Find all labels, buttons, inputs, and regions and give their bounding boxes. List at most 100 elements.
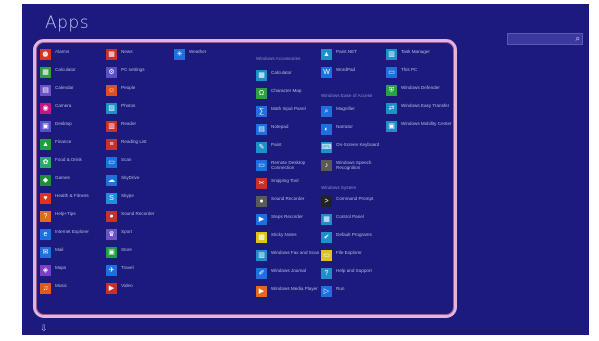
keyboard-icon: ⌨ [321,142,332,153]
app-tile[interactable]: ☁ SkyDrive [106,172,174,188]
app-tile[interactable]: ✐ Windows Journal [256,265,324,281]
app-label: Calculator [271,70,292,75]
app-tile[interactable]: e Internet Explorer [40,226,108,242]
app-tile[interactable]: ▭ File Explorer [321,247,389,263]
app-tile[interactable]: ≡ Reading List [106,136,174,152]
app-label: Health & Fitness [55,193,89,198]
app-tile[interactable]: ▶ Steps Recorder [256,211,324,227]
app-tile[interactable]: ◈ Maps [40,262,108,278]
app-tile[interactable]: ▶ Windows Media Player [256,283,324,299]
app-tile[interactable]: ▦ News [106,46,174,62]
app-tile[interactable]: Ω Character Map [256,85,324,101]
app-tile[interactable]: ♪ Windows Speech Recognition [321,157,389,173]
cloud-icon: ☁ [106,175,117,186]
magnifier-icon: ⌕ [321,106,332,117]
app-tile[interactable]: ▣ Windows Mobility Center [386,118,454,134]
app-tile[interactable]: ▷ Run [321,283,389,299]
app-tile[interactable]: ☀ Weather [174,46,242,62]
app-tile[interactable]: ▲ Finance [40,136,108,152]
app-tile[interactable]: ☺ People [106,82,174,98]
app-label: Windows Defender [401,85,440,90]
run-icon: ▷ [321,286,332,297]
desktop-icon: ▣ [40,121,51,132]
apps-grid: Windows Accessories Windows Ease of Acce… [40,46,452,316]
app-label: Video [121,283,133,288]
app-tile[interactable]: ✿ Food & Drink [40,154,108,170]
app-tile[interactable]: ▦ Calculator [256,67,324,83]
app-tile[interactable]: ⌕ Magnifier [321,103,389,119]
app-tile[interactable]: ♫ Music [40,280,108,296]
app-tile[interactable]: ✉ Mail [40,244,108,260]
app-label: Steps Recorder [271,214,303,219]
app-label: News [121,49,133,54]
app-tile[interactable]: W WordPad [321,64,389,80]
calendar-icon: ▤ [40,85,51,96]
app-tile[interactable]: ✔ Default Programs [321,229,389,245]
app-tile[interactable]: ● Sound Recorder [256,193,324,209]
mail-icon: ✉ [40,247,51,258]
app-label: Reader [121,121,137,126]
app-tile[interactable]: ∑ Math Input Panel [256,103,324,119]
alarm-icon: ⏰ [40,49,51,60]
app-tile[interactable]: ▦ Calculator [40,64,108,80]
app-tile[interactable]: ▦ Control Panel [321,211,389,227]
app-tile[interactable]: ⇄ Windows Easy Transfer [386,100,454,116]
app-tile[interactable]: > Command Prompt [321,193,389,209]
app-tile[interactable]: ♛ Sport [106,226,174,242]
app-tile[interactable]: ▥ Task Manager [386,46,454,62]
app-label: Math Input Panel [271,106,306,111]
app-tile[interactable]: ▤ Calendar [40,82,108,98]
app-tile[interactable]: ♥ Health & Fitness [40,190,108,206]
help-icon: ? [321,268,332,279]
app-tile[interactable]: ? Help+Tips [40,208,108,224]
app-label: Control Panel [336,214,364,219]
search-input[interactable]: ⌕ [507,33,583,45]
group-header: Windows Accessories [256,56,301,61]
app-tile[interactable]: ▲ Paint.NET [321,46,389,62]
app-label: Narrator [336,124,353,129]
app-label: Games [55,175,70,180]
app-tile[interactable]: ⛨ Windows Defender [386,82,454,98]
app-tile[interactable]: ✈ Travel [106,262,174,278]
app-tile[interactable]: ✂ Snipping Tool [256,175,324,191]
record-icon: ● [256,196,267,207]
app-tile[interactable]: ▩ Sticky Notes [256,229,324,245]
app-tile[interactable]: ▭ This PC [386,64,454,80]
search-icon[interactable]: ⌕ [576,34,580,44]
app-label: PC settings [121,67,145,72]
app-label: Notepad [271,124,289,129]
reader-icon: ▥ [106,121,117,132]
app-tile[interactable]: ▶ Video [106,280,174,296]
music-icon: ♫ [40,283,51,294]
video-icon: ▶ [106,283,117,294]
app-tile[interactable]: ▣ Desktop [40,118,108,134]
app-tile[interactable]: ◉ Camera [40,100,108,116]
app-tile[interactable]: ▥ Windows Fax and Scan [256,247,324,263]
app-tile[interactable]: ▤ Notepad [256,121,324,137]
app-label: Sticky Notes [271,232,297,237]
notepad-icon: ▤ [256,124,267,135]
app-tile[interactable]: ✎ Paint [256,139,324,155]
app-tile[interactable]: ⏰ Alarms [40,46,108,62]
app-tile[interactable]: ▭ Scan [106,154,174,170]
app-tile[interactable]: ? Help and Support [321,265,389,281]
record-icon: ● [106,211,117,222]
app-label: This PC [401,67,418,72]
app-tile[interactable]: ▨ Photos [106,100,174,116]
app-tile[interactable]: ▥ Reader [106,118,174,134]
app-tile[interactable]: ▭ Remote Desktop Connection [256,157,324,173]
app-tile[interactable]: ◐ Narrator [321,121,389,137]
down-arrow-icon[interactable]: ⇩ [40,323,48,334]
app-tile[interactable]: ◆ Games [40,172,108,188]
app-label: Windows Journal [271,268,306,273]
app-tile[interactable]: ⚙ PC settings [106,64,174,80]
app-tile[interactable]: ▣ Store [106,244,174,260]
fax-scan-icon: ▥ [256,250,267,261]
app-label: Travel [121,265,134,270]
app-tile[interactable]: ⌨ On-Screen Keyboard [321,139,389,155]
app-tile[interactable]: S Skype [106,190,174,206]
app-label: Windows Speech Recognition [336,160,372,171]
app-tile[interactable]: ● Sound Recorder [106,208,174,224]
app-label: Mail [55,247,64,252]
math-input-icon: ∑ [256,106,267,117]
